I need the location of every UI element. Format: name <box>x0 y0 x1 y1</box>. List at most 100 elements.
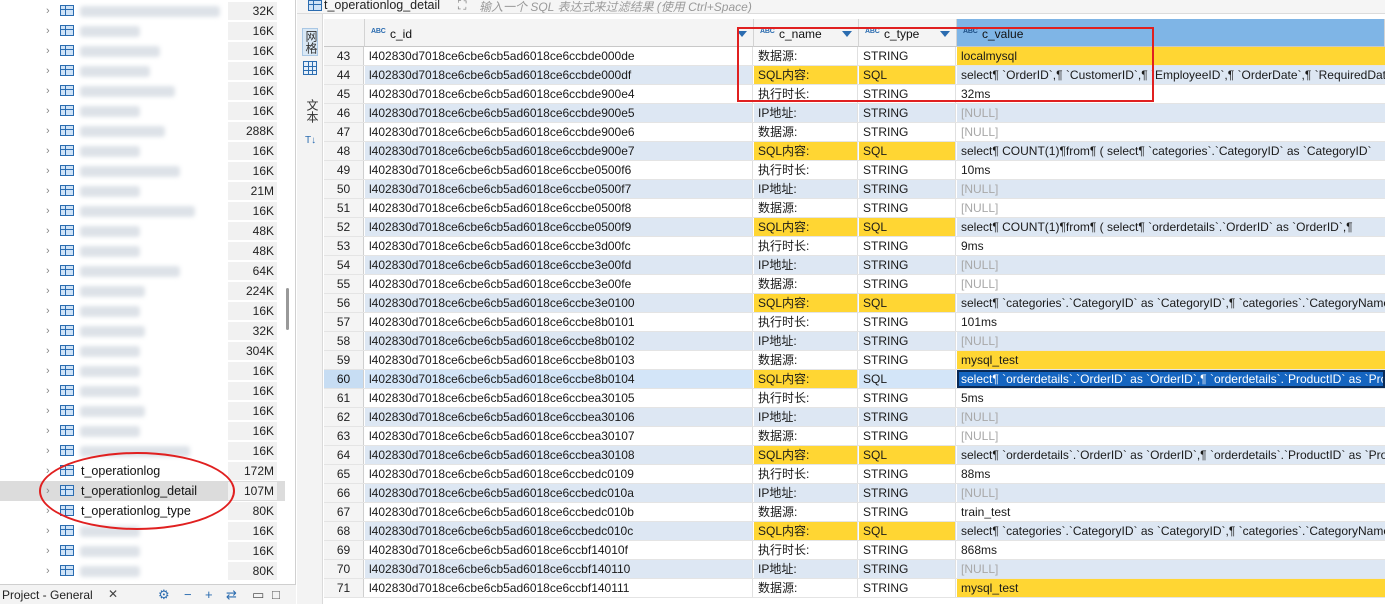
cell-c-name[interactable]: 执行时长: <box>754 237 858 255</box>
row-number[interactable]: 63 <box>324 427 364 445</box>
cell-c-value[interactable]: select¶ `categories`.`CategoryID` as `Ca… <box>957 294 1385 312</box>
cell-c-type[interactable]: SQL <box>859 522 956 540</box>
table-row[interactable]: 53 l402830d7018ce6cbe6cb5ad6018ce6ccbe3d0… <box>324 237 1385 256</box>
cell-c-id[interactable]: l402830d7018ce6cbe6cb5ad6018ce6ccbe8b010… <box>365 351 753 369</box>
chevron-right-icon[interactable]: › <box>46 404 56 418</box>
cell-c-name[interactable]: 数据源: <box>754 199 858 217</box>
cell-c-id[interactable]: l402830d7018ce6cbe6cb5ad6018ce6ccbe3e00f… <box>365 256 753 274</box>
grid-icon[interactable] <box>303 61 317 75</box>
navigator-scrollbar[interactable] <box>286 288 289 330</box>
chevron-right-icon[interactable]: › <box>46 224 56 238</box>
table-row[interactable]: 68 l402830d7018ce6cbe6cb5ad6018ce6ccbedc0… <box>324 522 1385 541</box>
row-number[interactable]: 43 <box>324 47 364 65</box>
chevron-right-icon[interactable]: › <box>46 4 56 18</box>
chevron-right-icon[interactable]: › <box>46 44 56 58</box>
cell-c-type[interactable]: STRING <box>859 484 956 502</box>
cell-c-type[interactable]: STRING <box>859 465 956 483</box>
table-row[interactable]: 60 l402830d7018ce6cbe6cb5ad6018ce6ccbe8b0… <box>324 370 1385 389</box>
row-number[interactable]: 69 <box>324 541 364 559</box>
cell-c-id[interactable]: l402830d7018ce6cbe6cb5ad6018ce6ccbea3010… <box>365 427 753 445</box>
table-row[interactable]: 62 l402830d7018ce6cbe6cb5ad6018ce6ccbea30… <box>324 408 1385 427</box>
cell-c-type[interactable]: STRING <box>859 180 956 198</box>
cell-c-name[interactable]: IP地址: <box>754 560 858 578</box>
cell-c-id[interactable]: l402830d7018ce6cbe6cb5ad6018ce6ccbe8b010… <box>365 370 753 388</box>
chevron-right-icon[interactable]: › <box>46 124 56 138</box>
settings-icon[interactable]: ⚙ <box>158 587 170 603</box>
table-row[interactable]: 64 l402830d7018ce6cbe6cb5ad6018ce6ccbea30… <box>324 446 1385 465</box>
tree-item[interactable]: › 21M <box>0 181 285 201</box>
cell-c-name[interactable]: SQL内容: <box>754 370 858 388</box>
cell-c-id[interactable]: l402830d7018ce6cbe6cb5ad6018ce6ccbe3d00f… <box>365 237 753 255</box>
minimize-icon[interactable]: ▭ <box>252 587 264 603</box>
cell-c-name[interactable]: 执行时长: <box>754 465 858 483</box>
cell-c-type[interactable]: STRING <box>859 123 956 141</box>
cell-c-value[interactable]: 88ms <box>957 465 1385 483</box>
cell-c-value[interactable]: [NULL] <box>957 104 1385 122</box>
cell-c-type[interactable]: STRING <box>859 199 956 217</box>
chevron-right-icon[interactable]: › <box>46 204 56 218</box>
row-number[interactable]: 49 <box>324 161 364 179</box>
cell-c-value[interactable]: [NULL] <box>957 332 1385 350</box>
row-number[interactable]: 68 <box>324 522 364 540</box>
row-number[interactable]: 51 <box>324 199 364 217</box>
chevron-right-icon[interactable]: › <box>46 524 56 538</box>
cell-c-type[interactable]: SQL <box>859 370 956 388</box>
cell-c-id[interactable]: l402830d7018ce6cbe6cb5ad6018ce6ccbde900e… <box>365 104 753 122</box>
table-row[interactable]: 49 l402830d7018ce6cbe6cb5ad6018ce6ccbe050… <box>324 161 1385 180</box>
cell-c-type[interactable]: STRING <box>859 85 956 103</box>
table-row[interactable]: 43 l402830d7018ce6cbe6cb5ad6018ce6ccbde00… <box>324 47 1385 66</box>
cell-c-id[interactable]: l402830d7018ce6cbe6cb5ad6018ce6ccbe0500f… <box>365 218 753 236</box>
sync-icon[interactable]: ⇄ <box>226 587 237 603</box>
tree-item[interactable]: › 16K <box>0 401 285 421</box>
table-row[interactable]: 70 l402830d7018ce6cbe6cb5ad6018ce6ccbf140… <box>324 560 1385 579</box>
row-number[interactable]: 50 <box>324 180 364 198</box>
cell-c-value[interactable]: 868ms <box>957 541 1385 559</box>
table-row[interactable]: 55 l402830d7018ce6cbe6cb5ad6018ce6ccbe3e0… <box>324 275 1385 294</box>
sort-icon[interactable] <box>940 31 950 37</box>
cell-c-value[interactable]: [NULL] <box>957 180 1385 198</box>
cell-c-name[interactable]: IP地址: <box>754 408 858 426</box>
cell-c-value[interactable]: [NULL] <box>957 275 1385 293</box>
cell-c-name[interactable]: 数据源: <box>754 579 858 597</box>
chevron-right-icon[interactable]: › <box>46 144 56 158</box>
close-icon[interactable]: ✕ <box>108 587 118 601</box>
cell-c-type[interactable]: STRING <box>859 351 956 369</box>
table-row[interactable]: 50 l402830d7018ce6cbe6cb5ad6018ce6ccbe050… <box>324 180 1385 199</box>
chevron-right-icon[interactable]: › <box>46 284 56 298</box>
column-header-c-type[interactable]: ABC c_type <box>859 19 957 47</box>
tree-item[interactable]: › 16K <box>0 161 285 181</box>
text-icon[interactable]: T↓ <box>305 135 316 146</box>
cell-c-name[interactable]: IP地址: <box>754 256 858 274</box>
cell-c-type[interactable]: STRING <box>859 161 956 179</box>
cell-c-value[interactable]: localmysql <box>957 47 1385 65</box>
maximize-icon[interactable]: □ <box>272 587 280 603</box>
table-row[interactable]: 51 l402830d7018ce6cbe6cb5ad6018ce6ccbe050… <box>324 199 1385 218</box>
row-number[interactable]: 71 <box>324 579 364 597</box>
row-number[interactable]: 45 <box>324 85 364 103</box>
table-row[interactable]: 47 l402830d7018ce6cbe6cb5ad6018ce6ccbde90… <box>324 123 1385 142</box>
chevron-right-icon[interactable]: › <box>46 164 56 178</box>
row-number[interactable]: 64 <box>324 446 364 464</box>
cell-c-name[interactable]: 执行时长: <box>754 85 858 103</box>
row-number[interactable]: 58 <box>324 332 364 350</box>
chevron-right-icon[interactable]: › <box>46 344 56 358</box>
cell-c-id[interactable]: l402830d7018ce6cbe6cb5ad6018ce6ccbde900e… <box>365 142 753 160</box>
tree-item[interactable]: › 48K <box>0 221 285 241</box>
cell-c-value[interactable]: [NULL] <box>957 256 1385 274</box>
table-row[interactable]: 44 l402830d7018ce6cbe6cb5ad6018ce6ccbde00… <box>324 66 1385 85</box>
tree-item[interactable]: › 224K <box>0 281 285 301</box>
cell-c-value[interactable]: mysql_test <box>957 351 1385 369</box>
cell-c-type[interactable]: STRING <box>859 256 956 274</box>
table-row[interactable]: 61 l402830d7018ce6cbe6cb5ad6018ce6ccbea30… <box>324 389 1385 408</box>
column-header-c-id[interactable]: ABC c_id <box>365 19 754 47</box>
cell-c-name[interactable]: IP地址: <box>754 332 858 350</box>
project-tab[interactable]: Project - General <box>2 588 93 602</box>
cell-c-type[interactable]: STRING <box>859 104 956 122</box>
sort-icon[interactable] <box>842 31 852 37</box>
cell-c-id[interactable]: l402830d7018ce6cbe6cb5ad6018ce6ccbf14011… <box>365 560 753 578</box>
cell-c-id[interactable]: l402830d7018ce6cbe6cb5ad6018ce6ccbe8b010… <box>365 313 753 331</box>
table-row[interactable]: 65 l402830d7018ce6cbe6cb5ad6018ce6ccbedc0… <box>324 465 1385 484</box>
cell-c-id[interactable]: l402830d7018ce6cbe6cb5ad6018ce6ccbe8b010… <box>365 332 753 350</box>
chevron-right-icon[interactable]: › <box>46 264 56 278</box>
cell-c-id[interactable]: l402830d7018ce6cbe6cb5ad6018ce6ccbde900e… <box>365 123 753 141</box>
